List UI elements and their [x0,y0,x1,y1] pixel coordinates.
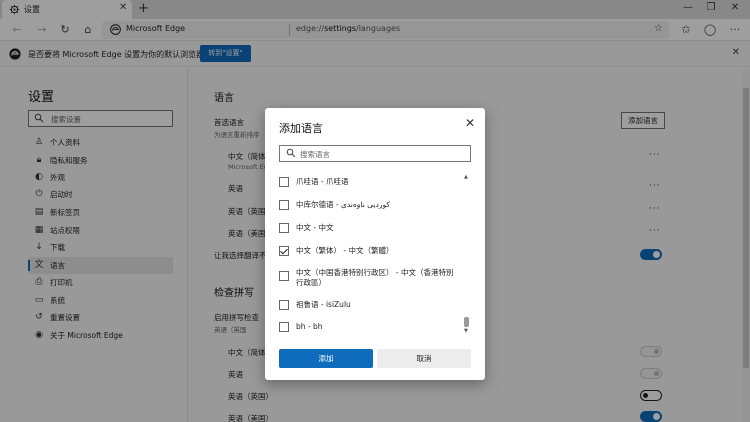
language-checkbox[interactable] [279,200,289,210]
language-checkbox[interactable] [279,223,289,233]
scrollbar-thumb[interactable] [464,317,469,327]
scroll-up-icon[interactable]: ▲ [464,174,468,180]
language-option-label: 祖鲁语 - isiZulu [296,300,351,309]
language-checkbox[interactable] [279,246,289,256]
language-option-label: bh - bh [296,322,323,331]
add-button[interactable]: 添加 [279,349,373,368]
language-checkbox[interactable] [279,322,289,332]
language-checkbox[interactable] [279,177,289,187]
language-option-label: 中库尔德语 - کوردیی ناوەندی [296,200,390,209]
search-icon [286,148,296,158]
language-list-scrollbar[interactable]: ▲ ▼ [464,174,470,334]
language-checkbox[interactable] [279,300,289,310]
language-option-label: 中文（繁体） - 中文（繁體） [296,246,394,255]
dialog-close-icon[interactable]: ✕ [465,116,475,130]
dialog-title: 添加语言 [279,122,323,135]
language-checkbox[interactable] [279,271,289,281]
search-placeholder: 搜索语言 [300,150,330,159]
language-option-label: 中文（中国香港特别行政区） - 中文（香港特別行政區） [296,268,454,287]
language-list: 爪哇语 - 爪哇语 中库尔德语 - کوردیی ناوەندی 中文 - 中文… [279,171,471,339]
scroll-down-icon[interactable]: ▼ [464,328,468,334]
language-search-input[interactable]: 搜索语言 [279,145,471,162]
cancel-button[interactable]: 取消 [377,349,471,368]
language-option-label: 中文 - 中文 [296,223,334,232]
language-option-label: 爪哇语 - 爪哇语 [296,177,349,186]
add-language-dialog: 添加语言 ✕ 搜索语言 爪哇语 - 爪哇语 中库尔德语 - کوردیی ناو… [265,108,485,380]
